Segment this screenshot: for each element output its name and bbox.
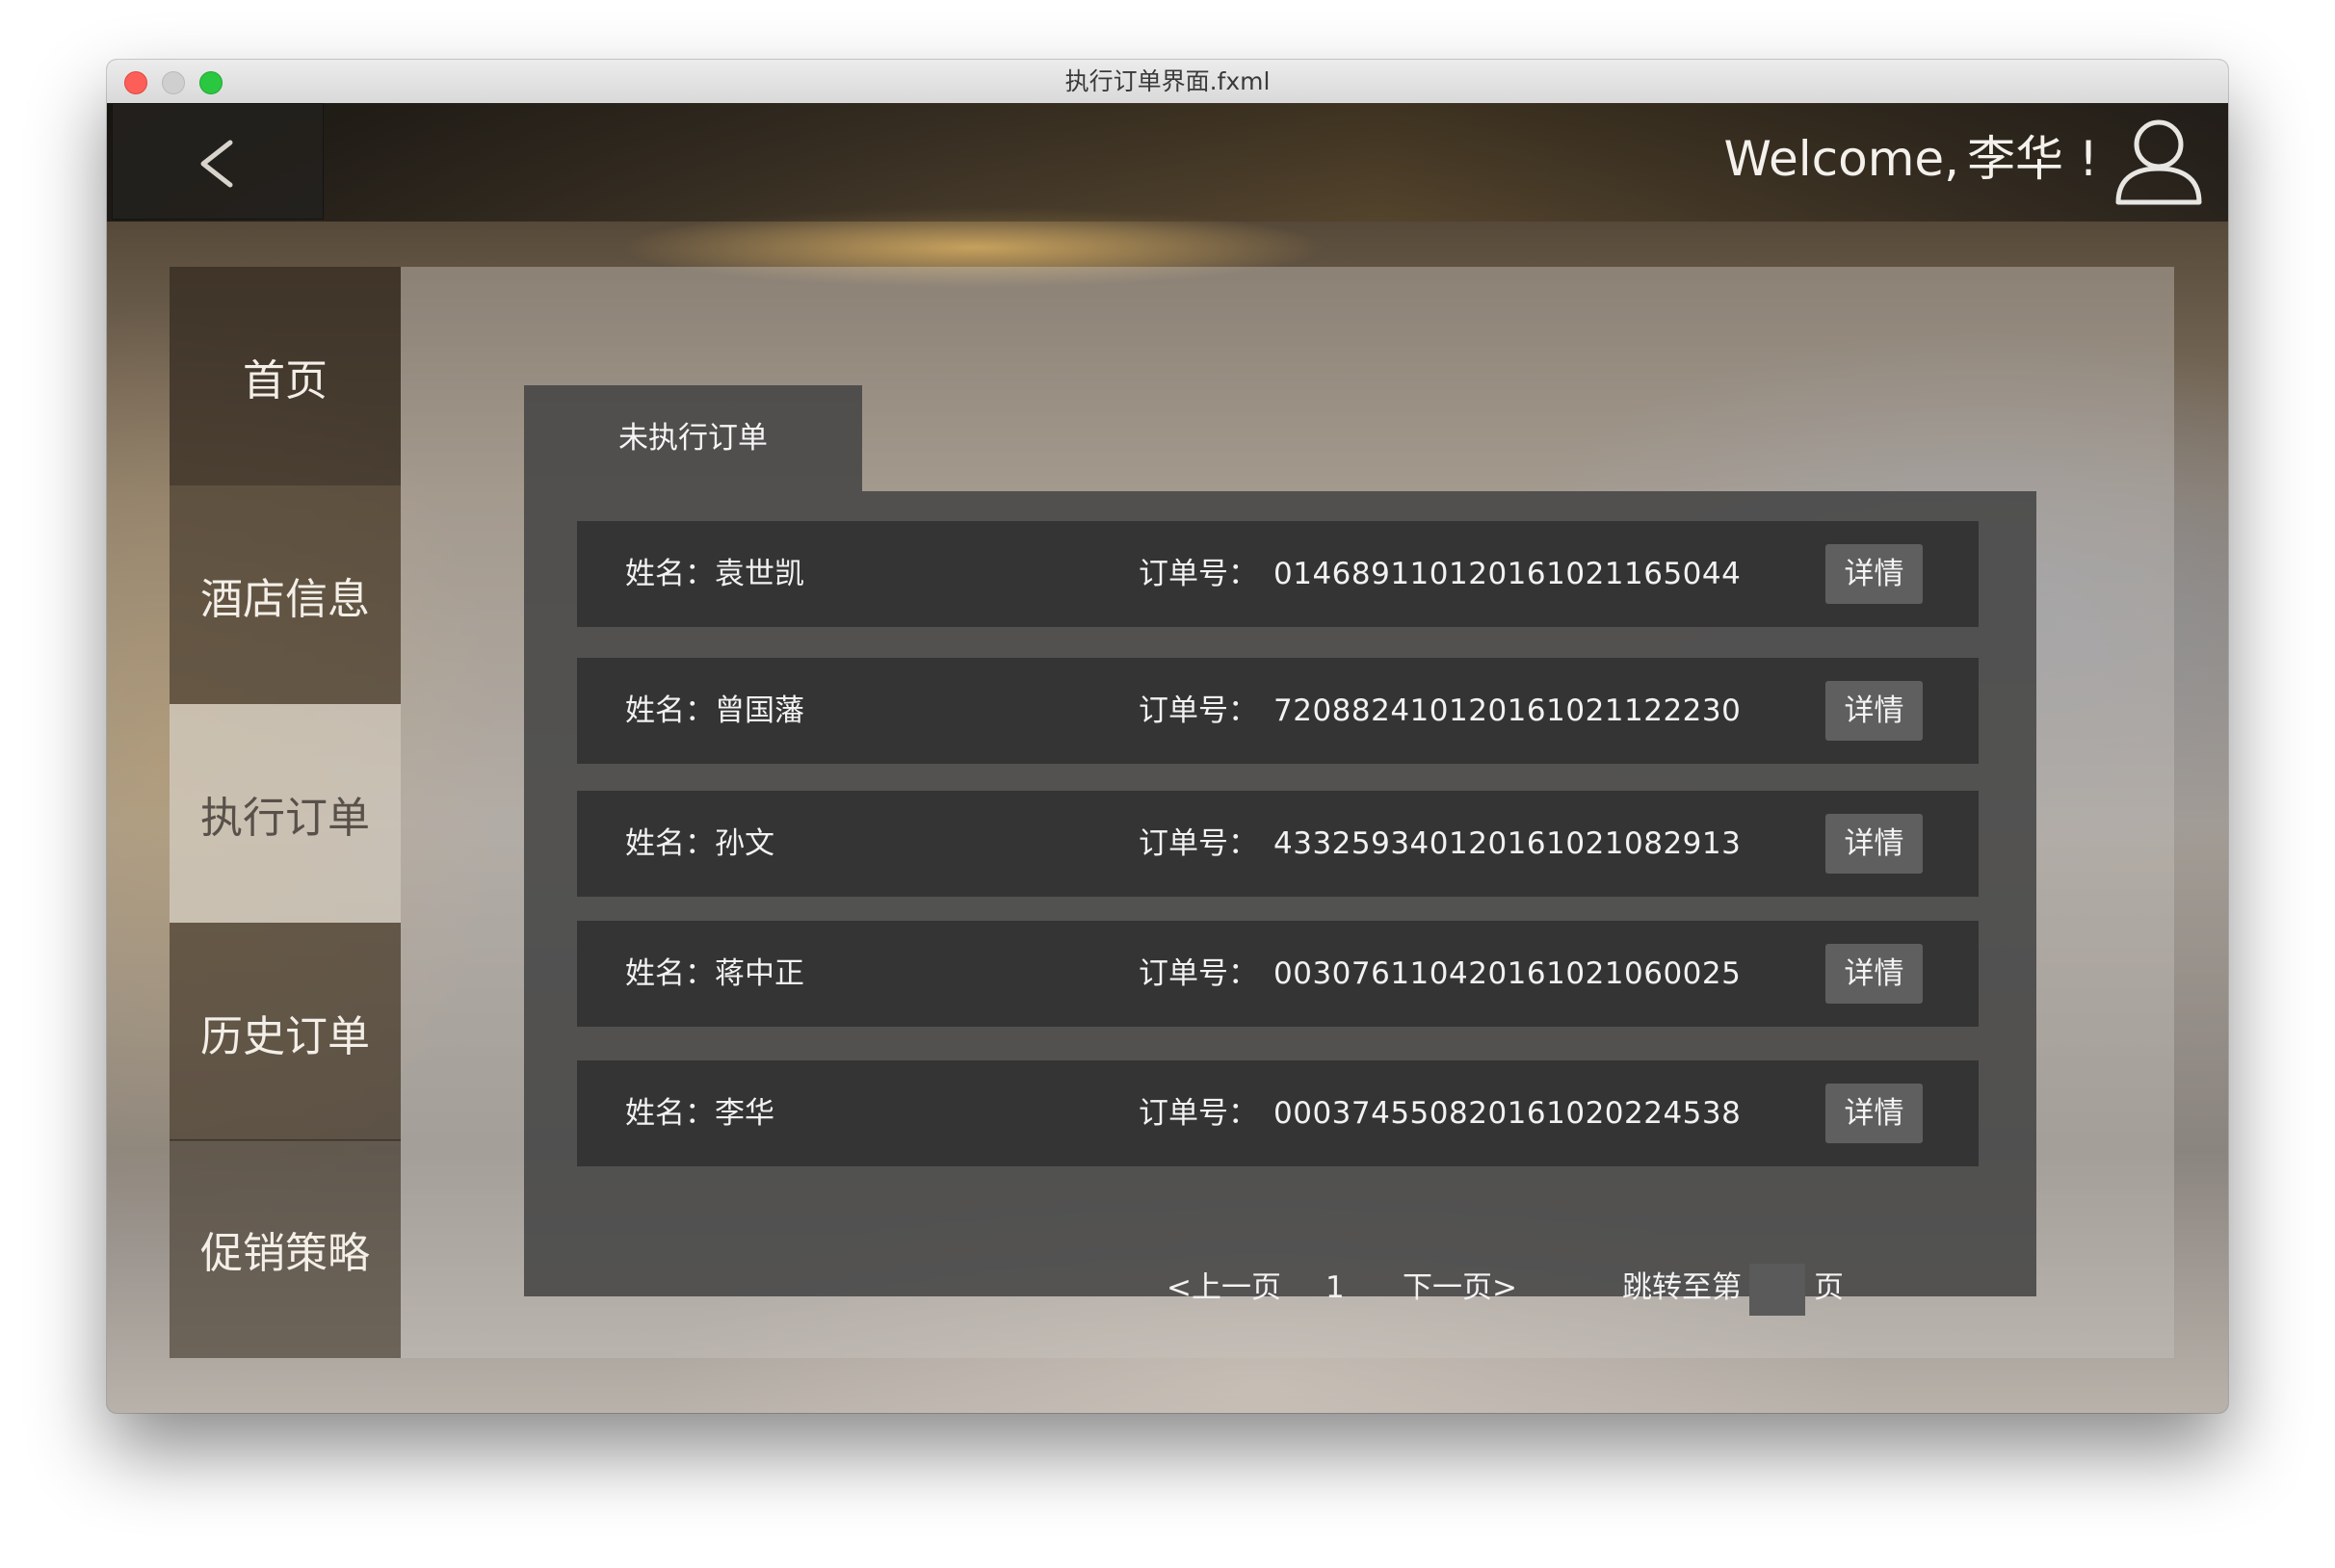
guest-name: 姓名：孙文	[625, 826, 774, 861]
order-number: 003076110420161021060025	[1273, 956, 1742, 991]
window-title: 执行订单界面.fxml	[1064, 67, 1271, 95]
prev-page-link[interactable]: <上一页	[1167, 1259, 1281, 1317]
next-page-link[interactable]: 下一页>	[1403, 1259, 1517, 1317]
order-row: 姓名：李华 订单号： 000374550820161020224538 详情	[577, 1060, 1979, 1166]
order-row: 姓名：曾国藩 订单号： 720882410120161021122230 详情	[577, 658, 1979, 764]
order-number-label: 订单号：	[1139, 557, 1258, 591]
orders-list: 姓名：袁世凯 订单号： 014689110120161021165044 详情 …	[524, 491, 2036, 1296]
sidebar-item-label: 历史订单	[200, 1011, 370, 1061]
sidebar-item-hotel-info[interactable]: 酒店信息	[170, 485, 401, 704]
tab-unexecuted-orders[interactable]: 未执行订单	[524, 385, 862, 491]
title-bar: 执行订单界面.fxml	[107, 60, 2228, 104]
page-suffix-label: 页	[1814, 1270, 1844, 1305]
jump-to-page-label: 跳转至第	[1622, 1270, 1742, 1305]
sidebar-item-label: 执行订单	[200, 793, 370, 843]
back-button[interactable]	[112, 103, 324, 220]
order-row: 姓名：蒋中正 订单号： 003076110420161021060025 详情	[577, 921, 1979, 1027]
detail-button[interactable]: 详情	[1825, 544, 1923, 604]
order-number: 014689110120161021165044	[1273, 557, 1742, 591]
order-row: 姓名：孙文 订单号： 433259340120161021082913 详情	[577, 791, 1979, 897]
app-window: 执行订单界面.fxml Welcome, 李华 ! 首页 酒店信息 执行订单 历史…	[107, 60, 2228, 1413]
order-number-label: 订单号：	[1139, 956, 1258, 991]
order-number-label: 订单号：	[1139, 826, 1258, 861]
order-number: 433259340120161021082913	[1273, 826, 1742, 861]
sidebar-item-order-history[interactable]: 历史订单	[170, 923, 401, 1141]
sidebar: 首页 酒店信息 执行订单 历史订单 促销策略	[170, 267, 401, 1358]
sidebar-item-label: 酒店信息	[200, 574, 370, 624]
welcome-text: Welcome,	[1723, 131, 1960, 187]
order-number: 720882410120161021122230	[1273, 693, 1742, 728]
order-number: 000374550820161020224538	[1273, 1096, 1742, 1131]
sidebar-item-home[interactable]: 首页	[170, 267, 401, 485]
sidebar-item-execute-orders[interactable]: 执行订单	[170, 704, 401, 923]
guest-name: 姓名：袁世凯	[625, 557, 804, 591]
sidebar-item-promotions[interactable]: 促销策略	[170, 1139, 401, 1358]
user-name: 李华 !	[1967, 131, 2098, 187]
jump-page-input[interactable]	[1749, 1264, 1805, 1316]
guest-name: 姓名：李华	[625, 1096, 774, 1131]
detail-button[interactable]: 详情	[1825, 944, 1923, 1004]
sidebar-item-label: 促销策略	[200, 1229, 370, 1278]
detail-button[interactable]: 详情	[1825, 814, 1923, 874]
detail-button[interactable]: 详情	[1825, 681, 1923, 741]
chevron-left-icon	[200, 140, 233, 188]
order-row: 姓名：袁世凯 订单号： 014689110120161021165044 详情	[577, 521, 1979, 627]
order-number-label: 订单号：	[1139, 693, 1258, 728]
current-page-number: 1	[1325, 1270, 1345, 1305]
sidebar-item-label: 首页	[243, 355, 328, 405]
guest-name: 姓名：蒋中正	[625, 956, 804, 991]
order-number-label: 订单号：	[1139, 1096, 1258, 1131]
welcome-message: Welcome, 李华 !	[1723, 125, 2098, 193]
user-avatar-icon[interactable]	[2111, 116, 2207, 208]
guest-name: 姓名：曾国藩	[625, 693, 804, 728]
detail-button[interactable]: 详情	[1825, 1084, 1923, 1143]
